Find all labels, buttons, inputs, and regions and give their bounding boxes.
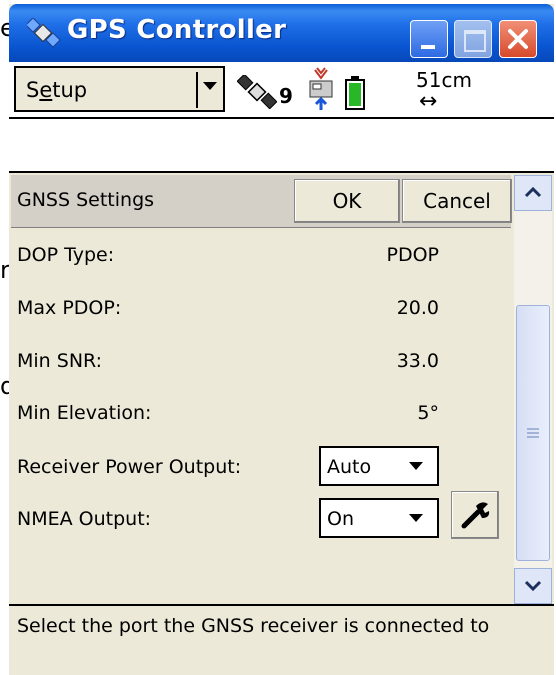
nmea-output-selected: On xyxy=(327,508,354,530)
dop-type-label: DOP Type: xyxy=(17,244,115,266)
scroll-down-button[interactable] xyxy=(514,568,552,604)
satellite-count: 9 xyxy=(279,84,293,108)
status-bar: Select the port the GNSS receiver is con… xyxy=(9,604,554,675)
minimize-button[interactable] xyxy=(410,20,448,58)
nmea-output-label: NMEA Output: xyxy=(17,508,152,530)
panel-title: GNSS Settings xyxy=(17,189,155,211)
cancel-button[interactable]: Cancel xyxy=(402,179,512,223)
window-title: GPS Controller xyxy=(67,15,287,45)
chevron-down-icon xyxy=(409,462,423,470)
max-pdop-value[interactable]: 20.0 xyxy=(319,297,439,319)
left-right-arrow-icon: ↔ xyxy=(419,89,438,114)
close-icon xyxy=(508,29,528,49)
grip-icon xyxy=(527,428,539,438)
vertical-scrollbar[interactable] xyxy=(514,175,552,604)
dop-type-value[interactable]: PDOP xyxy=(319,244,439,266)
gps-controller-window: GPS Controller Setup 9 51cm ↔ GNSS Setti… xyxy=(9,4,554,675)
wrench-icon xyxy=(461,502,490,529)
receiver-icon[interactable] xyxy=(305,66,339,112)
receiver-power-label: Receiver Power Output: xyxy=(17,456,242,478)
chevron-down-icon xyxy=(409,514,423,522)
satellite-icon[interactable] xyxy=(237,75,277,109)
close-button[interactable] xyxy=(499,20,537,58)
scrollbar-thumb[interactable] xyxy=(516,305,550,561)
gnss-settings-panel: GNSS Settings OK Cancel DOP Type: PDOP M… xyxy=(9,173,554,604)
nmea-settings-button[interactable] xyxy=(451,491,499,539)
min-snr-label: Min SNR: xyxy=(17,350,103,372)
setup-menu-dropdown[interactable]: Setup xyxy=(14,66,225,112)
receiver-power-dropdown[interactable]: Auto xyxy=(319,446,439,486)
toolbar: Setup 9 51cm ↔ xyxy=(9,62,554,119)
min-elevation-label: Min Elevation: xyxy=(17,402,152,424)
max-pdop-label: Max PDOP: xyxy=(17,297,122,319)
empty-info-bar xyxy=(9,119,554,173)
panel-header: GNSS Settings OK Cancel xyxy=(11,175,512,228)
dropdown-divider xyxy=(196,72,198,108)
chevron-up-icon xyxy=(524,186,542,198)
chevron-down-icon xyxy=(203,82,217,90)
setup-menu-label: Setup xyxy=(26,78,88,102)
nmea-output-dropdown[interactable]: On xyxy=(319,498,439,538)
min-snr-value[interactable]: 33.0 xyxy=(319,350,439,372)
maximize-button[interactable] xyxy=(454,20,492,58)
min-elevation-value[interactable]: 5° xyxy=(319,402,439,424)
satellite-app-icon xyxy=(27,18,61,48)
status-message: Select the port the GNSS receiver is con… xyxy=(17,615,490,637)
battery-icon[interactable] xyxy=(345,76,365,110)
chevron-down-icon xyxy=(524,580,542,592)
title-bar[interactable]: GPS Controller xyxy=(9,4,554,62)
ok-button[interactable]: OK xyxy=(294,179,400,223)
scroll-up-button[interactable] xyxy=(514,175,552,211)
receiver-power-selected: Auto xyxy=(327,456,372,478)
